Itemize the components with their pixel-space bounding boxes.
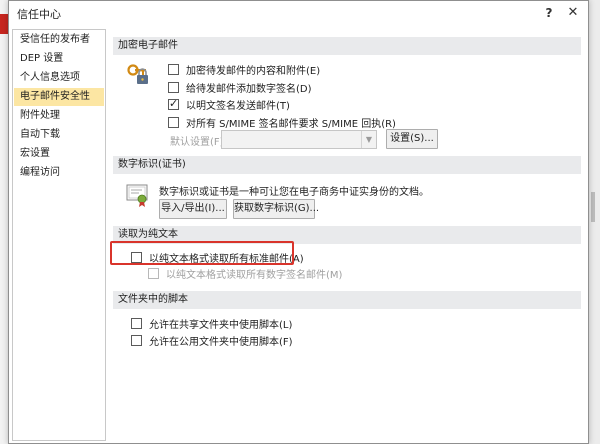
section-header-folder-scripts: 文件夹中的脚本	[113, 291, 581, 309]
read-signed-plain-text-label: 以纯文本格式读取所有数字签名邮件(M)	[166, 269, 343, 281]
public-folder-script-option[interactable]: 允许在公用文件夹中使用脚本(F)	[131, 332, 293, 348]
get-digital-id-button[interactable]: 获取数字标识(G)...	[233, 199, 319, 219]
smime-receipt-label: 对所有 S/MIME 签名邮件要求 S/MIME 回执(R)	[186, 118, 396, 130]
encrypt-content-option[interactable]: 加密待发邮件的内容和附件(E)	[168, 61, 320, 77]
trust-center-dialog: 信任中心 ? ✕ 受信任的发布者 DEP 设置 个人信息选项 电子邮件安全性 附…	[8, 0, 589, 444]
sidebar-item-trusted-publishers[interactable]: 受信任的发布者	[14, 31, 104, 49]
sidebar-item-dep-settings[interactable]: DEP 设置	[14, 50, 104, 68]
add-signature-checkbox[interactable]	[168, 81, 179, 93]
public-folder-script-checkbox[interactable]	[131, 334, 142, 346]
shared-folder-script-checkbox[interactable]	[131, 317, 142, 329]
help-button[interactable]: ?	[538, 3, 560, 23]
encrypt-content-label: 加密待发邮件的内容和附件(E)	[186, 65, 321, 77]
dialog-title: 信任中心	[17, 8, 61, 21]
email-security-panel: 加密电子邮件 加密待发邮件的内容和附件(E) 给待发邮件添加数字签名(D) 以明…	[109, 29, 581, 441]
backdrop-scrollbar-thumb	[591, 192, 595, 222]
sidebar-item-programmatic-access[interactable]: 编程访问	[14, 164, 104, 182]
chevron-down-icon: ▼	[361, 131, 376, 148]
shared-folder-script-label: 允许在共享文件夹中使用脚本(L)	[149, 319, 293, 331]
sidebar-item-attachment-handling[interactable]: 附件处理	[14, 107, 104, 125]
import-export-button[interactable]: 导入/导出(I)...	[159, 199, 227, 219]
settings-button[interactable]: 设置(S)...	[386, 129, 438, 149]
smime-receipt-checkbox[interactable]	[168, 116, 179, 128]
title-bar: 信任中心 ? ✕	[9, 1, 588, 25]
add-signature-label: 给待发邮件添加数字签名(D)	[186, 83, 312, 95]
encrypt-content-checkbox[interactable]	[168, 63, 179, 75]
backdrop-ribbon-fragment	[0, 14, 8, 34]
section-header-encrypted-email: 加密电子邮件	[113, 37, 581, 55]
digital-id-description: 数字标识或证书是一种可让您在电子商务中证实身份的文档。	[159, 187, 429, 198]
add-signature-option[interactable]: 给待发邮件添加数字签名(D)	[168, 79, 312, 95]
close-button[interactable]: ✕	[562, 3, 584, 23]
sidebar-item-privacy-options[interactable]: 个人信息选项	[14, 69, 104, 87]
sidebar-item-automatic-download[interactable]: 自动下载	[14, 126, 104, 144]
clear-text-signed-option[interactable]: 以明文签名发送邮件(T)	[168, 96, 290, 112]
category-sidebar: 受信任的发布者 DEP 设置 个人信息选项 电子邮件安全性 附件处理 自动下载 …	[12, 29, 106, 441]
section-header-digital-id: 数字标识(证书)	[113, 156, 581, 174]
sidebar-item-macro-settings[interactable]: 宏设置	[14, 145, 104, 163]
read-signed-plain-text-checkbox[interactable]	[148, 267, 159, 279]
backdrop-left-strip	[0, 0, 8, 444]
public-folder-script-label: 允许在公用文件夹中使用脚本(F)	[149, 336, 293, 348]
sidebar-item-email-security[interactable]: 电子邮件安全性	[14, 88, 104, 106]
clear-text-signed-checkbox[interactable]	[168, 97, 179, 110]
annotation-highlight-box	[110, 241, 294, 265]
smime-receipt-option[interactable]: 对所有 S/MIME 签名邮件要求 S/MIME 回执(R)	[168, 114, 396, 130]
default-setting-dropdown[interactable]: ▼	[221, 130, 377, 149]
shared-folder-script-option[interactable]: 允许在共享文件夹中使用脚本(L)	[131, 315, 292, 331]
clear-text-signed-label: 以明文签名发送邮件(T)	[186, 100, 290, 112]
certificate-icon	[124, 181, 152, 209]
read-signed-plain-text-option[interactable]: 以纯文本格式读取所有数字签名邮件(M)	[148, 265, 342, 281]
default-setting-label: 默认设置(F):	[170, 137, 227, 148]
lock-key-icon	[125, 61, 151, 87]
